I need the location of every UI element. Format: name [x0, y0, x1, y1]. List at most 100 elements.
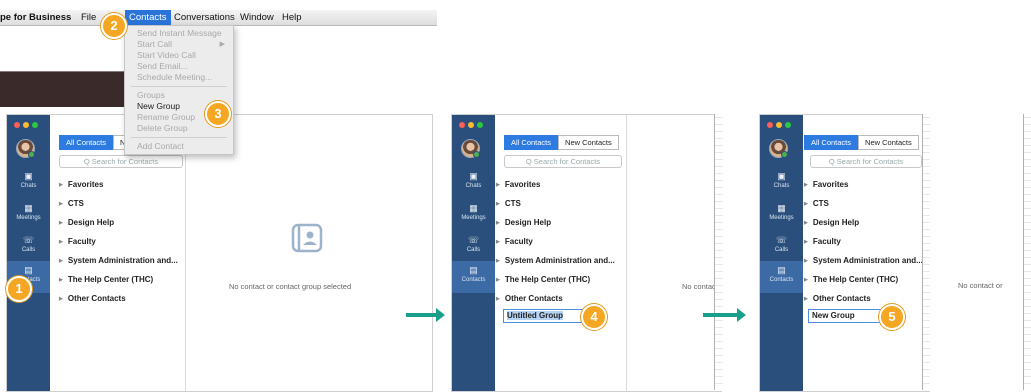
group-system-admin[interactable]: System Administration and...	[804, 256, 923, 265]
menu-bar: pe for Business File Contacts Conversati…	[0, 10, 437, 26]
group-system-admin[interactable]: System Administration and...	[59, 256, 178, 265]
nav-meetings[interactable]: ▦ Meetings	[7, 203, 50, 221]
group-other-contacts[interactable]: Other Contacts	[804, 294, 871, 303]
group-favorites[interactable]: Favorites	[496, 180, 541, 189]
step-badge-3: 3	[205, 101, 231, 127]
search-input[interactable]: Q Search for Contacts	[59, 155, 183, 168]
menu-window[interactable]: Window	[240, 12, 274, 23]
avatar[interactable]	[16, 139, 35, 158]
next-step-arrow	[406, 308, 445, 322]
window-4-fragment	[930, 114, 1031, 392]
tab-new-contacts[interactable]: New Contacts	[558, 135, 619, 150]
step-badge-2: 2	[101, 13, 127, 39]
step-badge-1: 1	[6, 276, 32, 302]
zoom-dot[interactable]	[785, 122, 791, 128]
nav-contacts[interactable]: ▤Contacts	[760, 261, 803, 293]
menu-item-schedule-meeting[interactable]: Schedule Meeting...	[137, 72, 212, 82]
group-cts[interactable]: CTS	[59, 199, 84, 208]
window-controls[interactable]	[459, 121, 486, 130]
window-controls[interactable]	[767, 121, 794, 130]
menu-item-send-im[interactable]: Send Instant Message	[137, 28, 222, 38]
menu-item-start-video[interactable]: Start Video Call	[137, 50, 196, 60]
calendar-icon: ▦	[469, 203, 478, 213]
tab-all-contacts[interactable]: All Contacts	[804, 135, 859, 150]
menu-item-groups[interactable]: Groups	[137, 90, 165, 100]
nav-calls[interactable]: ☏ Calls	[760, 235, 803, 253]
tab-all-contacts[interactable]: All Contacts	[59, 135, 114, 150]
menu-item-delete-group[interactable]: Delete Group	[137, 123, 188, 133]
group-favorites[interactable]: Favorites	[804, 180, 849, 189]
menu-item-rename-group[interactable]: Rename Group	[137, 112, 195, 122]
chat-icon: ▣	[777, 171, 786, 181]
calendar-icon: ▦	[24, 203, 33, 213]
menu-help[interactable]: Help	[282, 12, 302, 23]
nav-chats[interactable]: ▣ Chats	[760, 171, 803, 189]
window-controls[interactable]	[14, 121, 41, 130]
empty-state-message: No contact or	[958, 281, 1003, 290]
group-design-help[interactable]: Design Help	[804, 218, 859, 227]
contacts-icon: ▤	[24, 265, 33, 275]
minimize-dot[interactable]	[776, 122, 782, 128]
contacts-icon: ▤	[777, 265, 786, 275]
nav-meetings[interactable]: ▦ Meetings	[760, 203, 803, 221]
group-help-center[interactable]: The Help Center (THC)	[59, 275, 153, 284]
group-help-center[interactable]: The Help Center (THC)	[804, 275, 898, 284]
group-design-help[interactable]: Design Help	[496, 218, 551, 227]
contacts-dropdown-menu: Send Instant Message Start Call ▶ Start …	[124, 25, 234, 155]
submenu-arrow-icon: ▶	[219, 41, 225, 48]
contacts-tabs: All Contacts New Contacts	[804, 135, 919, 150]
sidebar: ▣Chats ▦Meetings ☏Calls ▤Contacts	[7, 115, 50, 391]
nav-chats[interactable]: ▣ Chats	[7, 171, 50, 189]
nav-calls[interactable]: ☏ Calls	[7, 235, 50, 253]
close-dot[interactable]	[767, 122, 773, 128]
search-input[interactable]: Q Search for Contacts	[504, 155, 622, 168]
group-system-admin[interactable]: System Administration and...	[496, 256, 615, 265]
group-name-field[interactable]: Untitled Group	[503, 309, 584, 323]
group-name-field[interactable]: New Group	[808, 309, 885, 323]
menu-item-send-email[interactable]: Send Email...	[137, 61, 188, 71]
menu-file[interactable]: File	[81, 12, 96, 23]
close-dot[interactable]	[14, 122, 20, 128]
menu-contacts[interactable]: Contacts	[125, 10, 171, 25]
nav-calls[interactable]: ☏ Calls	[452, 235, 495, 253]
menu-item-start-call[interactable]: Start Call	[137, 39, 172, 49]
menu-item-add-contact[interactable]: Add Contact	[137, 141, 184, 151]
pane-divider	[626, 115, 627, 391]
group-other-contacts[interactable]: Other Contacts	[496, 294, 563, 303]
menu-conversations[interactable]: Conversations	[174, 12, 235, 23]
close-dot[interactable]	[459, 122, 465, 128]
group-help-center[interactable]: The Help Center (THC)	[496, 275, 590, 284]
calendar-icon: ▦	[777, 203, 786, 213]
torn-edge	[1023, 114, 1031, 390]
contacts-window-1: ▣Chats ▦Meetings ☏Calls ▤Contacts All Co…	[6, 114, 433, 392]
group-cts[interactable]: CTS	[804, 199, 829, 208]
group-cts[interactable]: CTS	[496, 199, 521, 208]
group-design-help[interactable]: Design Help	[59, 218, 114, 227]
avatar[interactable]	[461, 139, 480, 158]
group-favorites[interactable]: Favorites	[59, 180, 104, 189]
sidebar: ▣Chats ▦Meetings ☏Calls ▤Contacts	[760, 115, 803, 391]
group-other-contacts[interactable]: Other Contacts	[59, 294, 126, 303]
menu-item-new-group[interactable]: New Group	[137, 101, 180, 111]
minimize-dot[interactable]	[468, 122, 474, 128]
tab-new-contacts[interactable]: New Contacts	[858, 135, 919, 150]
tab-all-contacts[interactable]: All Contacts	[504, 135, 559, 150]
step-badge-5: 5	[879, 304, 905, 330]
nav-meetings[interactable]: ▦ Meetings	[452, 203, 495, 221]
nav-contacts[interactable]: ▤Contacts	[452, 261, 495, 293]
group-faculty[interactable]: Faculty	[496, 237, 533, 246]
torn-edge	[714, 114, 723, 390]
zoom-dot[interactable]	[477, 122, 483, 128]
app-menu[interactable]: pe for Business	[0, 12, 71, 23]
phone-icon: ☏	[775, 235, 788, 245]
group-faculty[interactable]: Faculty	[804, 237, 841, 246]
chat-icon: ▣	[24, 171, 33, 181]
menu-separator	[131, 86, 227, 87]
nav-chats[interactable]: ▣ Chats	[452, 171, 495, 189]
group-faculty[interactable]: Faculty	[59, 237, 96, 246]
minimize-dot[interactable]	[23, 122, 29, 128]
contacts-window-2: ▣ Chats ▦ Meetings ☏ Calls ▤ Contacts All Co…	[451, 114, 722, 392]
avatar[interactable]	[769, 139, 788, 158]
zoom-dot[interactable]	[32, 122, 38, 128]
search-input[interactable]: Q Search for Contacts	[810, 155, 922, 168]
